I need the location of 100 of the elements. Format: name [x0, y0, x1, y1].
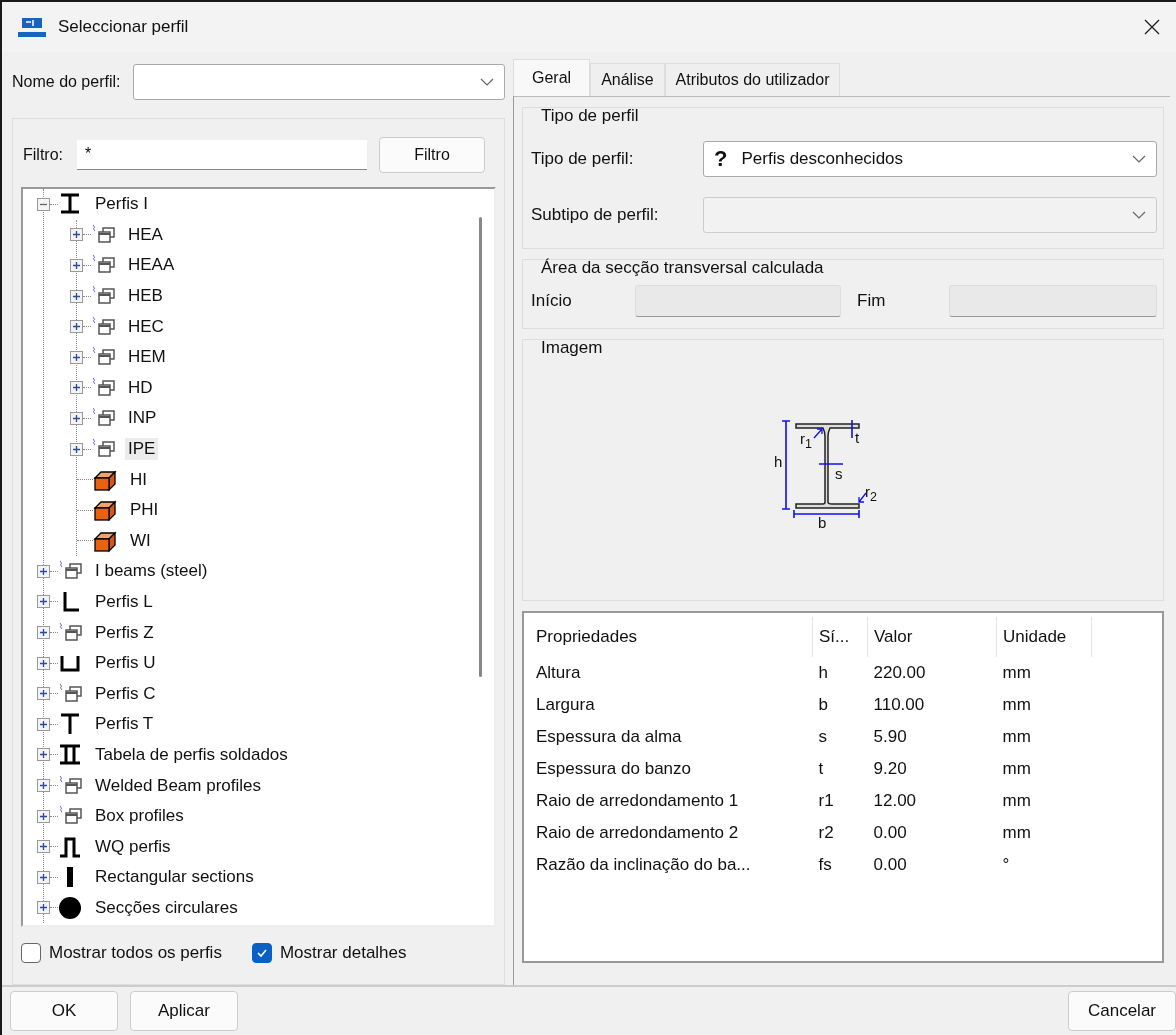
tab[interactable]: Atributos do utilizador: [664, 63, 841, 96]
tree-item[interactable]: Welded Beam profiles: [92, 774, 264, 797]
dialog-button[interactable]: OK: [10, 991, 118, 1031]
column-header[interactable]: Valor: [867, 617, 997, 657]
expand-icon[interactable]: [70, 228, 83, 242]
expand-icon[interactable]: [70, 320, 83, 334]
table-cell-text: 9.20: [872, 758, 908, 780]
table-cell-text: Raio de arredondamento 2: [535, 822, 740, 844]
chevron-icon: [1132, 211, 1146, 219]
expand-icon[interactable]: [70, 350, 83, 364]
table-cell-text: t: [817, 758, 825, 780]
expand-icon[interactable]: [37, 564, 50, 578]
start-area-field[interactable]: [635, 285, 841, 317]
tree-item[interactable]: WQ perfis: [92, 835, 174, 858]
table-cell: mm: [996, 657, 1092, 689]
table-cell-text: 12.00: [872, 790, 918, 812]
tree-item[interactable]: Secções circulares: [92, 896, 241, 919]
expand-icon[interactable]: [70, 258, 83, 272]
field-label: Nome do perfil:: [12, 72, 121, 91]
close-button[interactable]: [1142, 17, 1162, 37]
column-header[interactable]: Propriedades: [530, 617, 813, 657]
table-cell-text: b: [817, 694, 829, 716]
table-cell-text: Razão da inclinação do ba...: [535, 854, 752, 876]
table-cell-text: Largura: [535, 694, 596, 716]
expand-icon[interactable]: [37, 870, 50, 884]
question-icon: ?: [714, 146, 728, 172]
scrollbar[interactable]: [479, 216, 482, 677]
expand-icon[interactable]: [37, 595, 50, 609]
tree-item[interactable]: HEAA: [125, 254, 178, 277]
table-cell-text: r1: [817, 790, 835, 812]
window-title: Seleccionar perfil: [58, 17, 189, 37]
end-area-field[interactable]: [949, 285, 1157, 317]
tree-item[interactable]: Perfis I: [92, 193, 151, 216]
tree-item[interactable]: Perfis T: [92, 713, 157, 736]
tree-item[interactable]: HEC: [125, 315, 167, 338]
expand-icon[interactable]: [70, 442, 83, 456]
field-label: Filtro:: [23, 145, 63, 164]
group-title: Imagem: [541, 338, 604, 359]
tree-item[interactable]: I beams (steel): [92, 560, 211, 583]
tree-item[interactable]: PHI: [127, 499, 162, 522]
tree-item[interactable]: INP: [125, 407, 160, 430]
table-cell-text: Espessura do banzo: [535, 758, 692, 780]
dimension-label: r$_{2}$: [865, 484, 877, 505]
table-cell-text: 0.00: [872, 854, 908, 876]
expand-icon[interactable]: [70, 289, 83, 303]
tree-item[interactable]: HEM: [125, 346, 169, 369]
tree-item[interactable]: IPE: [125, 438, 159, 460]
table-cell-text: s: [817, 726, 828, 748]
circle-icon: [58, 895, 82, 920]
double-tee-icon: [58, 742, 82, 767]
expand-icon[interactable]: [37, 656, 50, 670]
tree-item[interactable]: Perfis C: [92, 682, 159, 705]
table-cell-text: 0.00: [872, 822, 908, 844]
block-icon: [93, 498, 117, 523]
expand-icon[interactable]: [37, 717, 50, 731]
tree-item[interactable]: WI: [127, 529, 154, 552]
tab[interactable]: Geral: [513, 59, 591, 96]
dialog-button[interactable]: Cancelar: [1068, 991, 1176, 1031]
expand-icon[interactable]: [70, 411, 83, 425]
tree-item[interactable]: Box profiles: [92, 805, 187, 828]
collapse-icon[interactable]: [37, 197, 50, 211]
expand-icon[interactable]: [37, 901, 50, 915]
table-cell-text: r2: [817, 822, 835, 844]
column-header[interactable]: Sí...: [812, 617, 868, 657]
bar-icon: [67, 867, 73, 888]
tree-item[interactable]: Perfis U: [92, 652, 159, 675]
chevron-icon: [1132, 155, 1146, 163]
i-beam-icon: [58, 192, 82, 217]
expand-icon[interactable]: [70, 381, 83, 395]
tree-item[interactable]: Rectangular sections: [92, 866, 257, 889]
table-cell-text: mm: [1001, 822, 1032, 844]
column-header[interactable]: Unidade: [996, 617, 1092, 657]
tab[interactable]: Análise: [590, 63, 665, 96]
tree-item[interactable]: Perfis L: [92, 590, 156, 613]
tree-item[interactable]: HEA: [125, 223, 166, 246]
expand-icon[interactable]: [37, 779, 50, 793]
dimension-label: s: [835, 466, 843, 482]
expand-icon[interactable]: [37, 748, 50, 762]
field-label: Tipo de perfil:: [531, 149, 635, 169]
checkbox[interactable]: [21, 942, 41, 963]
table-cell-text: °: [1001, 854, 1011, 876]
tree-item[interactable]: Perfis Z: [92, 621, 157, 644]
expand-icon[interactable]: [37, 840, 50, 854]
table-cell-text: mm: [1001, 790, 1032, 812]
tree-item[interactable]: HD: [125, 376, 156, 399]
dimension-label: h: [774, 454, 783, 470]
expand-icon[interactable]: [37, 809, 50, 823]
profile-type-dropdown[interactable]: ? Perfis desconhecidos: [703, 141, 1157, 177]
tree-item[interactable]: HEB: [125, 285, 166, 308]
checkbox[interactable]: [251, 942, 272, 963]
table-cell-text: Espessura da alma: [535, 726, 683, 748]
group-title: Área da secção transversal calculada: [541, 258, 825, 279]
filter-button[interactable]: Filtro: [379, 136, 485, 173]
tree-item[interactable]: Tabela de perfis soldados: [92, 743, 291, 766]
dialog-button[interactable]: Aplicar: [130, 991, 238, 1031]
table-cell: 220.00: [867, 657, 997, 689]
filter-field[interactable]: *: [77, 139, 367, 170]
expand-icon[interactable]: [37, 626, 50, 640]
tree-item[interactable]: HI: [127, 468, 150, 491]
expand-icon[interactable]: [37, 687, 50, 701]
